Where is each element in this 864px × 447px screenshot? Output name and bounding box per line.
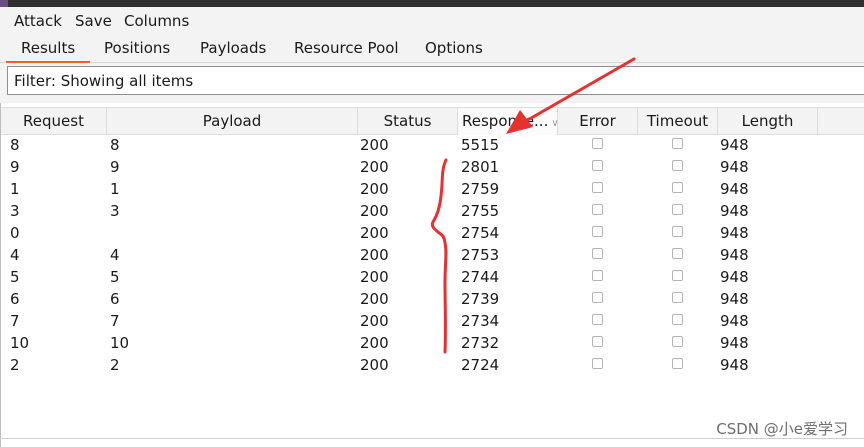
curly-brace-annotation <box>430 158 448 354</box>
annotation-overlay <box>430 57 636 354</box>
arrow-icon <box>506 57 636 134</box>
